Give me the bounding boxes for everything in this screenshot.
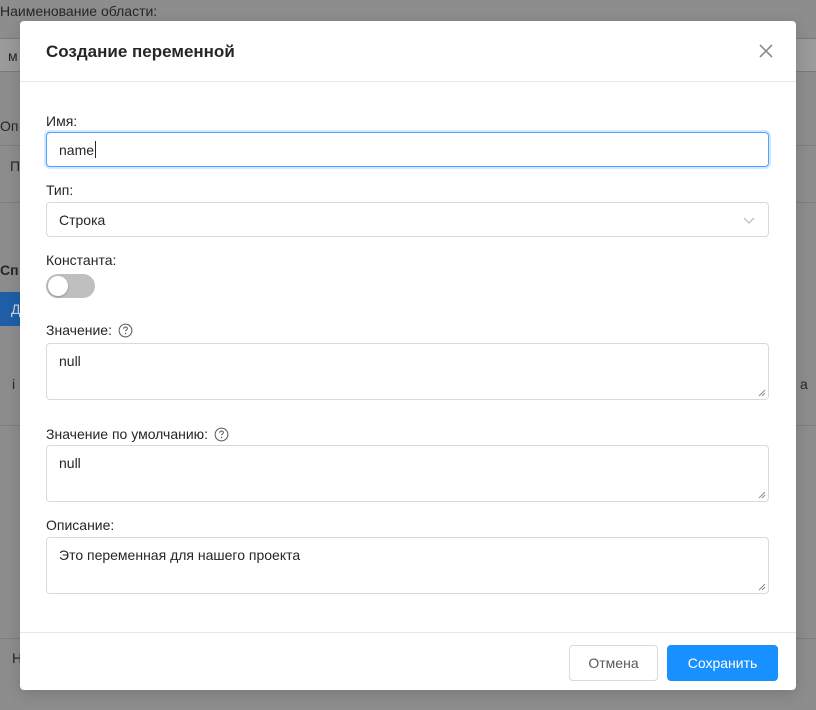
background-text-fragment: П [10,158,21,174]
description-label: Описание: [46,517,114,533]
toggle-knob [48,276,68,296]
default-value-label-text: Значение по умолчанию: [46,426,209,442]
name-input[interactable]: name [46,132,769,167]
question-circle-icon[interactable] [214,427,229,442]
constant-toggle[interactable] [46,274,95,298]
default-value-textarea-text: null [59,455,81,471]
modal-header: Создание переменной [20,21,796,82]
save-button[interactable]: Сохранить [667,645,778,681]
background-table-header: а [800,376,808,392]
text-caret [95,141,97,158]
resize-grip-icon[interactable] [757,582,766,591]
resize-grip-icon[interactable] [757,388,766,397]
close-button[interactable] [754,39,778,63]
name-label-text: Имя: [46,113,78,129]
background-table-header: i [12,376,16,392]
type-select-value: Строка [59,212,106,228]
background-heading-fragment: Сп [0,262,19,278]
background-add-button: Д [0,292,20,326]
default-value-textarea[interactable]: null [46,445,769,502]
type-label-text: Тип: [46,182,74,198]
background-label-fragment: Оп [0,118,19,134]
cancel-button[interactable]: Отмена [569,645,658,681]
value-textarea[interactable]: null [46,343,769,400]
background-area-name-label: Наименование области: [0,3,158,19]
constant-label: Константа: [46,252,116,268]
type-label: Тип: [46,182,73,198]
name-label: Имя: [46,113,77,129]
close-icon [759,44,773,58]
value-label: Значение: [46,322,133,338]
modal-title: Создание переменной [46,42,235,61]
modal-footer: Отмена Сохранить [20,632,796,690]
description-label-text: Описание: [46,517,115,533]
name-input-value: name [59,141,95,158]
chevron-down-icon [743,217,755,224]
description-textarea[interactable]: Это переменная для нашего проекта [46,537,769,594]
value-label-text: Значение: [46,322,112,338]
resize-grip-icon[interactable] [757,490,766,499]
question-circle-icon[interactable] [118,323,133,338]
create-variable-modal: Создание переменной Имя: name Тип: Строк… [20,21,796,690]
background-input-text: м [8,48,18,64]
description-textarea-text: Это переменная для нашего проекта [59,547,301,563]
type-select[interactable]: Строка [46,202,769,237]
default-value-label: Значение по умолчанию: [46,426,229,442]
value-textarea-text: null [59,353,81,369]
constant-label-text: Константа: [46,252,117,268]
